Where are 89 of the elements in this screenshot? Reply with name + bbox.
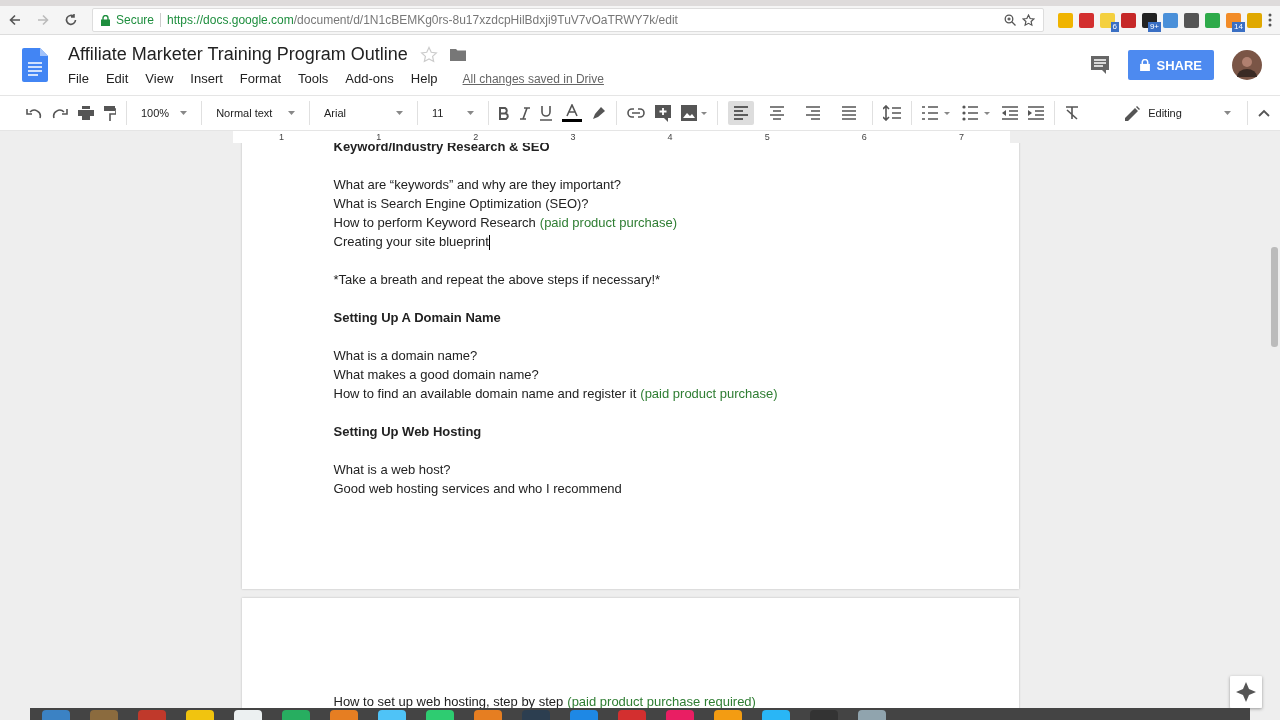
ruler-number: 1 [279, 131, 285, 143]
clear-formatting-icon[interactable] [1065, 106, 1080, 120]
save-status-link[interactable]: All changes saved in Drive [462, 71, 604, 86]
ruler[interactable]: 1 1 2 3 4 5 6 7 [233, 131, 1010, 143]
secure-label: Secure [116, 13, 155, 27]
caret-icon [395, 111, 403, 115]
explore-button[interactable] [1230, 676, 1262, 708]
docs-logo-icon[interactable] [22, 48, 48, 82]
folder-icon[interactable] [449, 48, 466, 61]
numbered-list-icon[interactable] [922, 105, 953, 121]
ruler-number: 1 [376, 131, 382, 143]
bulleted-list-icon[interactable] [962, 105, 993, 121]
url-text: https://docs.google.com/document/d/1N1cBEMKg0rs-8u17xzdcpHilBdxji9TuV7vOaTRWY7k/edit [167, 13, 678, 27]
section-heading: Setting Up A Domain Name [333, 309, 502, 327]
bold-icon[interactable] [499, 106, 511, 120]
image-icon[interactable] [681, 105, 708, 121]
pencil-icon [1125, 105, 1141, 121]
body-text: How to perform Keyword Research [333, 215, 536, 230]
caret-icon [288, 111, 295, 115]
zoom-icon[interactable] [1004, 14, 1016, 26]
line-spacing-icon[interactable] [883, 105, 902, 121]
decrease-indent-icon[interactable] [1002, 106, 1019, 120]
body-text: Good web hosting services and who I recommend [333, 481, 622, 496]
body-text: *Take a breath and repeat the above steps if necessary!* [333, 272, 661, 287]
caret-icon [1224, 111, 1231, 115]
zoom-dropdown[interactable]: 100% [137, 101, 192, 125]
menu-item[interactable]: File [68, 71, 97, 86]
body-text: How to find an available domain name and register it [333, 386, 637, 401]
lock-icon [101, 14, 110, 26]
ruler-number: 6 [861, 131, 867, 143]
note-text: (paid product purchase) [539, 215, 678, 230]
text-color-icon[interactable] [562, 104, 583, 122]
note-text: (paid product purchase required) [567, 694, 756, 709]
menu-item[interactable]: Help [410, 71, 446, 86]
body-text: What are “keywords” and why are they important? [333, 177, 622, 192]
menu-item[interactable]: Format [239, 71, 289, 86]
align-icon[interactable] [728, 101, 755, 125]
back-icon[interactable] [8, 13, 22, 27]
extension-icon[interactable] [1163, 12, 1178, 28]
scrollbar[interactable] [1271, 247, 1278, 347]
ruler-number: 5 [764, 131, 770, 143]
ruler-number: 3 [570, 131, 576, 143]
extension-badge: 14 [1232, 21, 1245, 32]
extension-icon[interactable] [1184, 12, 1199, 28]
ruler-number: 7 [958, 131, 964, 143]
more-icon[interactable] [1268, 13, 1272, 27]
lock-icon [1140, 59, 1151, 71]
undo-icon[interactable] [26, 107, 42, 119]
caret-icon [180, 111, 188, 115]
font-dropdown[interactable]: Arial [320, 101, 407, 125]
editing-mode-dropdown[interactable]: Editing [1119, 104, 1237, 122]
underline-icon[interactable] [540, 105, 553, 121]
extension-badge: 9+ [1147, 21, 1161, 32]
link-icon[interactable] [627, 108, 646, 118]
ruler-number: 4 [667, 131, 673, 143]
reload-icon[interactable] [64, 13, 78, 27]
menu-item[interactable]: Edit [105, 71, 137, 86]
extension-icon[interactable] [1079, 12, 1094, 28]
add-comment-icon[interactable] [655, 104, 672, 122]
section-heading: Setting Up Web Hosting [333, 423, 483, 441]
collapse-icon[interactable] [1258, 109, 1270, 117]
print-icon[interactable] [78, 106, 94, 120]
body-text: How to set up web hosting, step by step [333, 694, 564, 709]
body-text: What makes a good domain name? [333, 367, 539, 382]
caret-icon [467, 111, 475, 115]
style-dropdown[interactable]: Normal text [212, 101, 299, 125]
avatar-icon[interactable] [1232, 50, 1262, 80]
paint-format-icon[interactable] [104, 105, 116, 121]
ruler-number: 2 [473, 131, 479, 143]
note-text: (paid product purchase) [640, 386, 778, 401]
extension-badge: 6 [1110, 21, 1119, 32]
menu-item[interactable]: Add-ons [345, 71, 402, 86]
body-text: What is a domain name? [333, 348, 478, 363]
body-text: What is a web host? [333, 462, 451, 477]
body-text: What is Search Engine Optimization (SEO)? [333, 196, 589, 211]
extension-icon[interactable] [1121, 12, 1136, 28]
menu-item[interactable]: Tools [298, 71, 337, 86]
document-title[interactable]: Affiliate Marketer Training Program Outline [68, 44, 408, 65]
star-icon[interactable] [1022, 13, 1035, 27]
menu-item[interactable]: Insert [190, 71, 231, 86]
highlighter-icon[interactable] [592, 106, 607, 120]
redo-icon[interactable] [52, 107, 68, 119]
menu-item[interactable]: View [145, 71, 182, 86]
increase-indent-icon[interactable] [1028, 106, 1045, 120]
font-size-dropdown[interactable]: 11 [427, 101, 479, 125]
italic-icon[interactable] [520, 106, 531, 120]
body-text: Creating your site blueprint [333, 234, 489, 249]
comments-icon[interactable] [1090, 55, 1111, 75]
address-bar[interactable]: Secure https://docs.google.com/document/d/1N1cBEMKg0rs-8u17xzdcpHilBdxji9TuV7vOaTRWY7k/edit [92, 8, 1044, 32]
